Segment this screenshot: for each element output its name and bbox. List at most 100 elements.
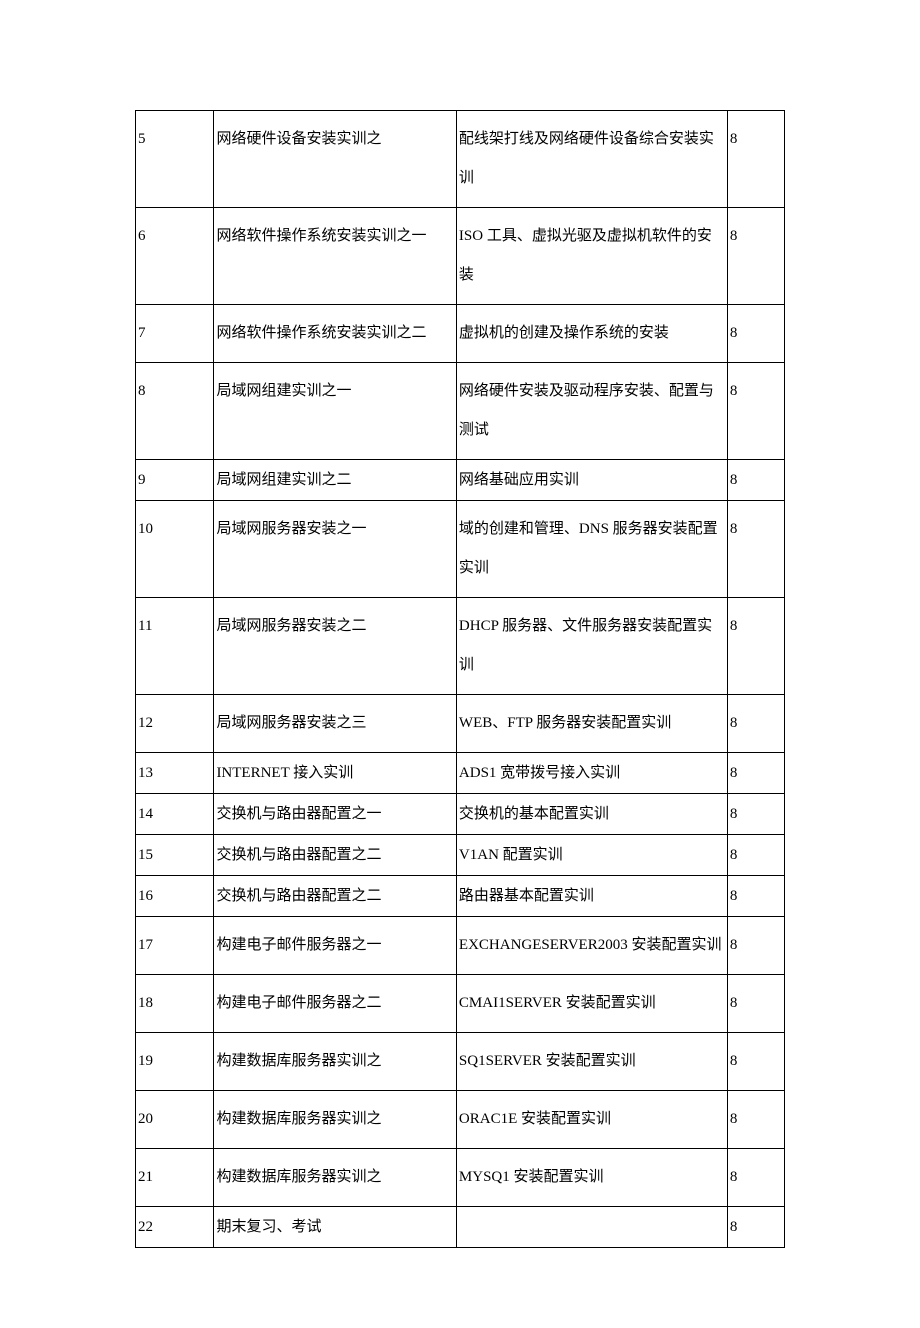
- training-title-cell: INTERNET 接入实训: [214, 753, 456, 794]
- table-row: 9局域网组建实训之二网络基础应用实训8: [136, 460, 785, 501]
- training-title-cell: 网络硬件设备安装实训之: [214, 111, 456, 208]
- row-number: 7: [136, 305, 213, 362]
- table-row: 21构建数据库服务器实训之MYSQ1 安装配置实训8: [136, 1149, 785, 1207]
- table-row: 15交换机与路由器配置之二V1AN 配置实训8: [136, 835, 785, 876]
- training-title: 网络硬件设备安装实训之: [214, 111, 455, 168]
- table-row: 12局域网服务器安装之三WEB、FTP 服务器安装配置实训8: [136, 695, 785, 753]
- training-title: 构建数据库服务器实训之: [214, 1149, 455, 1206]
- training-title: 构建数据库服务器实训之: [214, 1033, 455, 1090]
- training-title: 构建数据库服务器实训之: [214, 1091, 455, 1148]
- row-number: 17: [136, 917, 213, 974]
- table-row: 5网络硬件设备安装实训之配线架打线及网络硬件设备综合安装实训8: [136, 111, 785, 208]
- table-row: 13INTERNET 接入实训ADS1 宽带拨号接入实训8: [136, 753, 785, 794]
- hours-cell: 8: [727, 1091, 784, 1149]
- training-title: 网络软件操作系统安装实训之二: [214, 305, 455, 362]
- training-title: 交换机与路由器配置之二: [214, 835, 455, 875]
- row-number: 21: [136, 1149, 213, 1206]
- training-title: 交换机与路由器配置之二: [214, 876, 455, 916]
- training-content-cell: 路由器基本配置实训: [456, 876, 727, 917]
- hours-cell: 8: [727, 363, 784, 460]
- table-row: 20构建数据库服务器实训之ORAC1E 安装配置实训8: [136, 1091, 785, 1149]
- row-number: 19: [136, 1033, 213, 1090]
- training-content-cell: 域的创建和管理、DNS 服务器安装配置实训: [456, 501, 727, 598]
- training-title: INTERNET 接入实训: [214, 753, 455, 793]
- table-row: 16交换机与路由器配置之二路由器基本配置实训8: [136, 876, 785, 917]
- hours-cell: 8: [727, 1149, 784, 1207]
- training-content: ISO 工具、虚拟光驱及虚拟机软件的安装: [457, 208, 727, 304]
- hours-cell: 8: [727, 598, 784, 695]
- training-content-cell: V1AN 配置实训: [456, 835, 727, 876]
- training-content: 配线架打线及网络硬件设备综合安装实训: [457, 111, 727, 207]
- row-number-cell: 8: [136, 363, 214, 460]
- hours-cell: 8: [727, 305, 784, 363]
- training-title-cell: 构建电子邮件服务器之一: [214, 917, 456, 975]
- hours-cell: 8: [727, 460, 784, 501]
- row-number-cell: 13: [136, 753, 214, 794]
- row-number: 15: [136, 835, 213, 875]
- training-title-cell: 构建数据库服务器实训之: [214, 1149, 456, 1207]
- training-content: V1AN 配置实训: [457, 835, 727, 875]
- training-content-cell: 配线架打线及网络硬件设备综合安装实训: [456, 111, 727, 208]
- training-title: 局域网组建实训之一: [214, 363, 455, 420]
- training-title: 局域网服务器安装之一: [214, 501, 455, 558]
- hours: 8: [728, 111, 784, 168]
- training-content-cell: DHCP 服务器、文件服务器安装配置实训: [456, 598, 727, 695]
- table-row: 19构建数据库服务器实训之 SQ1SERVER 安装配置实训8: [136, 1033, 785, 1091]
- training-title: 局域网服务器安装之二: [214, 598, 455, 655]
- row-number-cell: 18: [136, 975, 214, 1033]
- table-row: 7网络软件操作系统安装实训之二虚拟机的创建及操作系统的安装8: [136, 305, 785, 363]
- row-number-cell: 19: [136, 1033, 214, 1091]
- hours-cell: 8: [727, 695, 784, 753]
- hours-cell: 8: [727, 917, 784, 975]
- hours: 8: [728, 305, 784, 362]
- training-title: 局域网组建实训之二: [214, 460, 455, 500]
- training-content: SQ1SERVER 安装配置实训: [457, 1033, 727, 1090]
- hours-cell: 8: [727, 501, 784, 598]
- hours-cell: 8: [727, 1033, 784, 1091]
- training-content-cell: CMAI1SERVER 安装配置实训: [456, 975, 727, 1033]
- training-title: 构建电子邮件服务器之一: [214, 917, 455, 974]
- hours: 8: [728, 1091, 784, 1148]
- row-number-cell: 12: [136, 695, 214, 753]
- training-title-cell: 局域网服务器安装之二: [214, 598, 456, 695]
- training-content-cell: EXCHANGESERVER2003 安装配置实训: [456, 917, 727, 975]
- training-content-cell: SQ1SERVER 安装配置实训: [456, 1033, 727, 1091]
- training-content-cell: 虚拟机的创建及操作系统的安装: [456, 305, 727, 363]
- row-number-cell: 16: [136, 876, 214, 917]
- training-content: ADS1 宽带拨号接入实训: [457, 753, 727, 793]
- table-row: 14交换机与路由器配置之一交换机的基本配置实训8: [136, 794, 785, 835]
- training-title-cell: 局域网组建实训之一: [214, 363, 456, 460]
- hours: 8: [728, 501, 784, 558]
- training-title: 局域网服务器安装之三: [214, 695, 455, 752]
- training-title: 交换机与路由器配置之一: [214, 794, 455, 834]
- training-content: 交换机的基本配置实训: [457, 794, 727, 834]
- training-title-cell: 交换机与路由器配置之二: [214, 835, 456, 876]
- course-schedule-table: 5网络硬件设备安装实训之配线架打线及网络硬件设备综合安装实训86网络软件操作系统…: [135, 110, 785, 1248]
- training-content: ORAC1E 安装配置实训: [457, 1091, 727, 1148]
- row-number-cell: 20: [136, 1091, 214, 1149]
- row-number-cell: 22: [136, 1207, 214, 1248]
- hours-cell: 8: [727, 835, 784, 876]
- training-title-cell: 期末复习、考试: [214, 1207, 456, 1248]
- hours-cell: 8: [727, 111, 784, 208]
- hours: 8: [728, 1033, 784, 1090]
- training-title-cell: 交换机与路由器配置之一: [214, 794, 456, 835]
- table-row: 8局域网组建实训之一网络硬件安装及驱动程序安装、配置与测试8: [136, 363, 785, 460]
- hours: 8: [728, 598, 784, 655]
- training-title-cell: 构建数据库服务器实训之: [214, 1033, 456, 1091]
- row-number-cell: 14: [136, 794, 214, 835]
- hours: 8: [728, 794, 784, 834]
- row-number: 6: [136, 208, 213, 265]
- training-content-cell: ISO 工具、虚拟光驱及虚拟机软件的安装: [456, 208, 727, 305]
- training-content: EXCHANGESERVER2003 安装配置实训: [457, 917, 727, 974]
- training-content: 域的创建和管理、DNS 服务器安装配置实训: [457, 501, 727, 597]
- hours: 8: [728, 917, 784, 974]
- hours-cell: 8: [727, 753, 784, 794]
- training-title: 期末复习、考试: [214, 1207, 455, 1247]
- row-number: 12: [136, 695, 213, 752]
- row-number-cell: 15: [136, 835, 214, 876]
- hours-cell: 8: [727, 876, 784, 917]
- training-title-cell: 网络软件操作系统安装实训之一: [214, 208, 456, 305]
- table-row: 18构建电子邮件服务器之二CMAI1SERVER 安装配置实训8: [136, 975, 785, 1033]
- hours-cell: 8: [727, 794, 784, 835]
